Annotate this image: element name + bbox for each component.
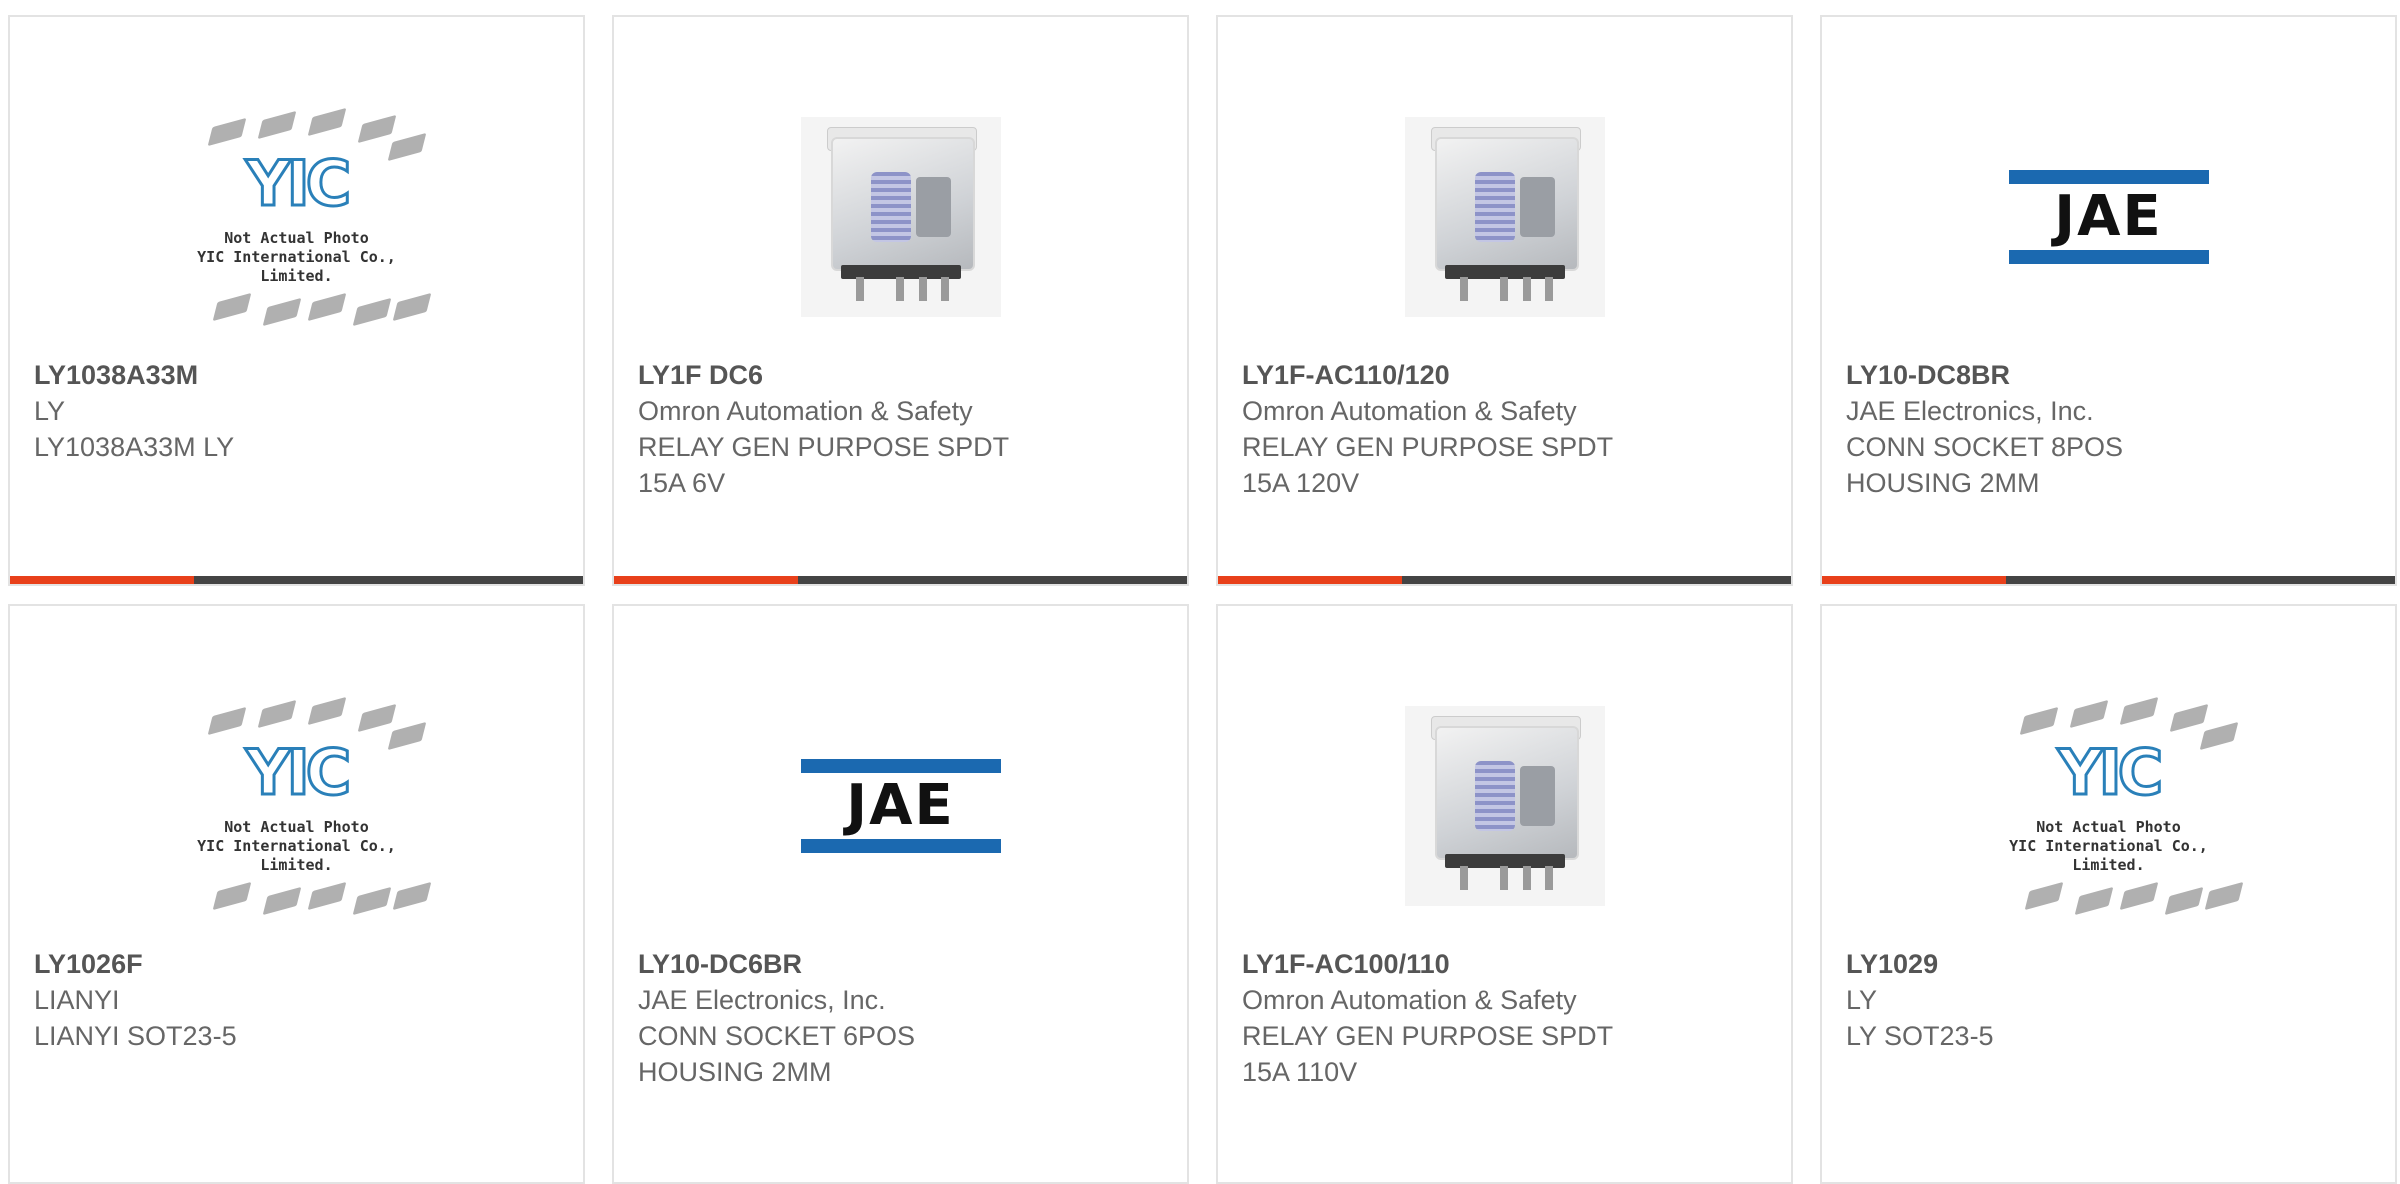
card-accent-bar xyxy=(10,576,583,584)
yic-placeholder-image: YIC Not Actual Photo YIC International Co… xyxy=(1974,686,2244,926)
description: HOUSING 2MM xyxy=(1846,468,2040,498)
manufacturer: Omron Automation & Safety xyxy=(1242,985,1577,1015)
part-number[interactable]: LY10-DC8BR xyxy=(1846,357,2375,393)
product-image[interactable]: YIC Not Actual Photo YIC International Co… xyxy=(1969,686,2249,926)
yic-logo: YIC xyxy=(244,735,352,811)
description: LY SOT23-5 xyxy=(1846,1021,1994,1051)
part-number[interactable]: LY1026F xyxy=(34,946,563,982)
manufacturer: LIANYI xyxy=(34,985,120,1015)
card-accent-bar xyxy=(614,576,1187,584)
product-card[interactable]: YIC Not Actual Photo YIC International Co… xyxy=(1820,604,2397,1184)
part-number[interactable]: LY1038A33M xyxy=(34,357,563,393)
yic-placeholder-image: YIC Not Actual Photo YIC International Co… xyxy=(162,686,432,926)
card-accent-bar xyxy=(1218,576,1791,584)
manufacturer: Omron Automation & Safety xyxy=(638,396,973,426)
description: 15A 6V xyxy=(638,468,726,498)
relay-photo xyxy=(1404,706,1605,906)
manufacturer: JAE Electronics, Inc. xyxy=(638,985,886,1015)
description: CONN SOCKET 6POS xyxy=(638,1021,916,1051)
manufacturer: Omron Automation & Safety xyxy=(1242,396,1577,426)
description: RELAY GEN PURPOSE SPDT xyxy=(638,432,1010,462)
manufacturer: LY xyxy=(34,396,66,426)
manufacturer: LY xyxy=(1846,985,1878,1015)
description: LY1038A33M LY xyxy=(34,432,235,462)
part-number[interactable]: LY1029 xyxy=(1846,946,2375,982)
relay-photo xyxy=(800,117,1001,317)
yic-placeholder-image: YIC Not Actual Photo YIC International Co… xyxy=(162,97,432,337)
product-card[interactable]: LY1F-AC110/120 Omron Automation & Safety… xyxy=(1216,15,1793,586)
part-number[interactable]: LY1F DC6 xyxy=(638,357,1167,393)
yic-logo: YIC xyxy=(244,146,352,222)
description: RELAY GEN PURPOSE SPDT xyxy=(1242,432,1614,462)
product-card[interactable]: JAE LY10-DC8BR JAE Electronics, Inc. CON… xyxy=(1820,15,2397,586)
relay-photo xyxy=(1404,117,1605,317)
product-image[interactable]: YIC Not Actual Photo YIC International Co… xyxy=(157,97,437,337)
description: 15A 110V xyxy=(1242,1057,1358,1087)
product-card[interactable]: LY1F-AC100/110 Omron Automation & Safety… xyxy=(1216,604,1793,1184)
product-image[interactable] xyxy=(1365,686,1645,926)
part-number[interactable]: LY1F-AC100/110 xyxy=(1242,946,1771,982)
description: HOUSING 2MM xyxy=(638,1057,832,1087)
product-card[interactable]: YIC Not Actual Photo YIC International Co… xyxy=(8,604,585,1184)
product-card[interactable]: LY1F DC6 Omron Automation & Safety RELAY… xyxy=(612,15,1189,586)
product-card[interactable]: JAE LY10-DC6BR JAE Electronics, Inc. CON… xyxy=(612,604,1189,1184)
product-image[interactable]: YIC Not Actual Photo YIC International Co… xyxy=(157,686,437,926)
yic-logo: YIC xyxy=(2056,735,2164,811)
description: CONN SOCKET 8POS xyxy=(1846,432,2124,462)
manufacturer: JAE Electronics, Inc. xyxy=(1846,396,2094,426)
description: 15A 120V xyxy=(1242,468,1360,498)
product-image[interactable] xyxy=(761,97,1041,337)
description: LIANYI SOT23-5 xyxy=(34,1021,237,1051)
jae-logo: JAE xyxy=(800,759,1001,853)
jae-logo: JAE xyxy=(2008,170,2209,264)
card-accent-bar xyxy=(1822,576,2395,584)
description: RELAY GEN PURPOSE SPDT xyxy=(1242,1021,1614,1051)
product-card[interactable]: YIC Not Actual Photo YIC International Co… xyxy=(8,15,585,586)
product-image[interactable] xyxy=(1365,97,1645,337)
part-number[interactable]: LY10-DC6BR xyxy=(638,946,1167,982)
part-number[interactable]: LY1F-AC110/120 xyxy=(1242,357,1771,393)
product-image[interactable]: JAE xyxy=(1969,97,2249,337)
product-image[interactable]: JAE xyxy=(761,686,1041,926)
